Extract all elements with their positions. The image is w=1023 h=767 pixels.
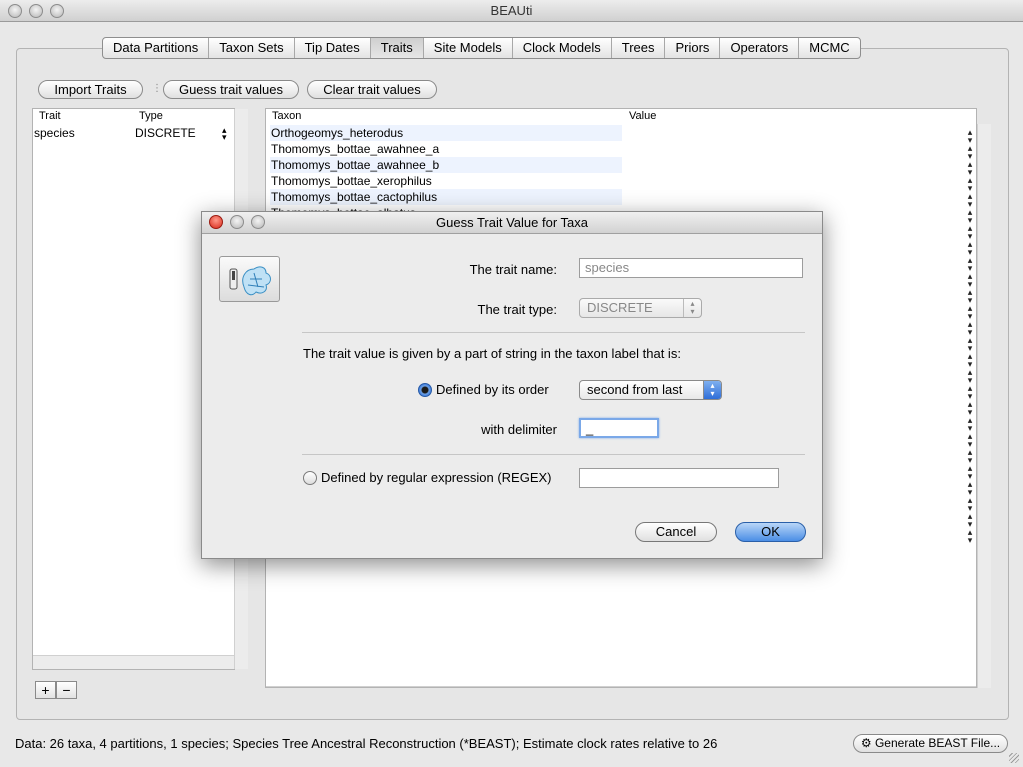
value-stepper-icon[interactable]: ▴ ▾ — [966, 496, 974, 513]
value-stepper-icon[interactable]: ▴ ▾ — [966, 208, 974, 225]
trait-type-cell[interactable]: DISCRETE — [135, 126, 196, 140]
value-stepper-icon[interactable]: ▴ ▾ — [966, 176, 974, 193]
value-stepper-icon[interactable]: ▴ ▾ — [966, 384, 974, 401]
guess-trait-values-button[interactable]: Guess trait values — [163, 80, 299, 99]
trait-name-label: The trait name: — [469, 262, 557, 277]
beauti-app-icon — [219, 256, 280, 302]
value-stepper-icon[interactable]: ▴ ▾ — [966, 432, 974, 449]
ok-button[interactable]: OK — [735, 522, 806, 542]
tab-taxon-sets[interactable]: Taxon Sets — [209, 38, 295, 58]
delimiter-field[interactable]: _ — [579, 418, 659, 438]
value-stepper-icon[interactable]: ▴ ▾ — [966, 144, 974, 161]
zoom-window-icon[interactable] — [50, 4, 64, 18]
tab-priors[interactable]: Priors — [665, 38, 721, 58]
guess-trait-dialog: Guess Trait Value for Taxa The trait nam… — [201, 211, 823, 559]
trait-type-select[interactable]: DISCRETE ▴ ▾ — [579, 298, 702, 318]
value-stepper-icon[interactable]: ▴ ▾ — [966, 272, 974, 289]
regex-radio[interactable] — [303, 471, 317, 485]
window-title: BEAUti — [490, 3, 533, 18]
regex-radio-label[interactable]: Defined by regular expression (REGEX) — [321, 470, 552, 485]
value-stepper-icon[interactable]: ▴ ▾ — [966, 320, 974, 337]
tab-mcmc[interactable]: MCMC — [799, 38, 859, 58]
select-arrows-icon: ▴ ▾ — [703, 381, 721, 399]
remove-trait-button[interactable]: − — [56, 681, 77, 699]
trait-name-cell[interactable]: species — [34, 126, 75, 140]
add-trait-button[interactable]: + — [35, 681, 56, 699]
tab-tip-dates[interactable]: Tip Dates — [295, 38, 371, 58]
trait-list-buttons: + − — [35, 681, 77, 699]
dialog-title: Guess Trait Value for Taxa — [436, 215, 588, 230]
order-radio-label[interactable]: Defined by its order — [436, 382, 549, 397]
value-stepper-icon[interactable]: ▴ ▾ — [966, 288, 974, 305]
gear-icon: ⚙ — [860, 736, 872, 750]
taxon-table-hscrollbar[interactable] — [266, 686, 976, 687]
trait-list-hscrollbar[interactable] — [33, 655, 234, 669]
order-select[interactable]: second from last ▴ ▾ — [579, 380, 722, 400]
value-stepper-icon[interactable]: ▴ ▾ — [966, 464, 974, 481]
type-column-header[interactable]: Type — [139, 109, 163, 124]
value-stepper-icon[interactable]: ▴ ▾ — [966, 512, 974, 529]
value-stepper-icon[interactable]: ▴ ▾ — [966, 304, 974, 321]
resize-grip-icon[interactable] — [1009, 753, 1019, 763]
value-stepper-icon[interactable]: ▴ ▾ — [966, 192, 974, 209]
select-arrows-icon: ▴ ▾ — [683, 299, 701, 317]
tab-bar: Data Partitions Taxon Sets Tip Dates Tra… — [102, 37, 861, 59]
value-stepper-icon[interactable]: ▴ ▾ — [966, 528, 974, 545]
divider — [302, 454, 805, 455]
value-stepper-icon[interactable]: ▴ ▾ — [966, 352, 974, 369]
taxon-row[interactable]: Thomomys_bottae_awahnee_a — [270, 141, 622, 157]
value-stepper-icon[interactable]: ▴ ▾ — [966, 256, 974, 273]
taxon-row[interactable]: Thomomys_bottae_xerophilus — [270, 173, 622, 189]
value-stepper-icon[interactable]: ▴ ▾ — [966, 128, 974, 145]
value-stepper-icon[interactable]: ▴ ▾ — [966, 336, 974, 353]
taxon-row[interactable]: Thomomys_bottae_cactophilus — [270, 189, 622, 205]
regex-field[interactable] — [579, 468, 779, 488]
value-stepper-icon[interactable]: ▴ ▾ — [966, 416, 974, 433]
window-titlebar: BEAUti — [0, 0, 1023, 22]
trait-column-header[interactable]: Trait — [39, 109, 61, 124]
minimize-dialog-icon[interactable] — [230, 215, 244, 229]
tab-traits[interactable]: Traits — [370, 38, 424, 58]
value-stepper-icon[interactable]: ▴ ▾ — [966, 368, 974, 385]
minimize-window-icon[interactable] — [29, 4, 43, 18]
value-stepper-icon[interactable]: ▴ ▾ — [966, 224, 974, 241]
cancel-button[interactable]: Cancel — [635, 522, 717, 542]
order-select-value: second from last — [587, 382, 683, 397]
value-stepper-icon[interactable]: ▴ ▾ — [966, 400, 974, 417]
delimiter-label: with delimiter — [481, 422, 557, 437]
close-window-icon[interactable] — [8, 4, 22, 18]
status-text: Data: 26 taxa, 4 partitions, 1 species; … — [15, 736, 718, 751]
zoom-dialog-icon[interactable] — [251, 215, 265, 229]
import-traits-button[interactable]: Import Traits — [38, 80, 143, 99]
taxon-column-header[interactable]: Taxon — [272, 109, 301, 124]
trait-name-field[interactable]: species — [579, 258, 803, 278]
trait-type-select-value: DISCRETE — [587, 300, 653, 315]
taxon-row[interactable]: Thomomys_bottae_awahnee_b — [270, 157, 622, 173]
trait-type-stepper-icon[interactable]: ▴ ▾ — [222, 126, 227, 142]
value-stepper-icon[interactable]: ▴ ▾ — [966, 240, 974, 257]
divider — [302, 332, 805, 333]
dialog-titlebar: Guess Trait Value for Taxa — [202, 212, 822, 234]
taxon-table-vscrollbar[interactable] — [977, 124, 991, 688]
value-stepper-icon[interactable]: ▴ ▾ — [966, 480, 974, 497]
order-radio[interactable] — [418, 383, 432, 397]
tab-data-partitions[interactable]: Data Partitions — [103, 38, 210, 58]
tab-clock-models[interactable]: Clock Models — [513, 38, 612, 58]
value-stepper-icon[interactable]: ▴ ▾ — [966, 160, 974, 177]
clear-trait-values-button[interactable]: Clear trait values — [307, 80, 437, 99]
tab-operators[interactable]: Operators — [720, 38, 800, 58]
close-dialog-icon[interactable] — [209, 215, 223, 229]
instruction-text: The trait value is given by a part of st… — [303, 346, 681, 361]
value-column-header[interactable]: Value — [629, 109, 656, 124]
value-stepper-icon[interactable]: ▴ ▾ — [966, 448, 974, 465]
tab-site-models[interactable]: Site Models — [424, 38, 513, 58]
generate-beast-file-button[interactable]: ⚙ Generate BEAST File... — [853, 734, 1008, 753]
tab-trees[interactable]: Trees — [612, 38, 666, 58]
generate-beast-file-label: Generate BEAST File... — [874, 736, 1001, 750]
trait-type-label: The trait type: — [477, 302, 557, 317]
toolbar-separator: ⋮ — [152, 83, 162, 94]
taxon-row[interactable]: Orthogeomys_heterodus — [270, 125, 622, 141]
